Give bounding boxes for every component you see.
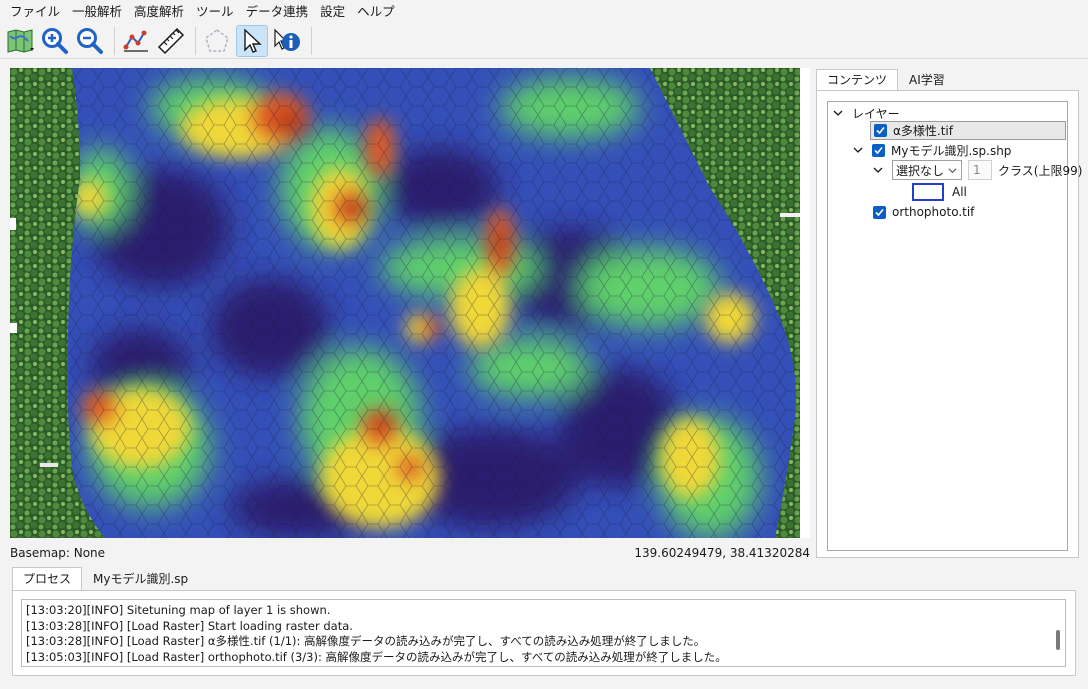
basemap-label: Basemap: None xyxy=(10,546,106,560)
menu-general-analysis[interactable]: 一般解析 xyxy=(66,0,128,23)
right-panel-tabs: コンテンツ AI学習 xyxy=(816,69,956,91)
measure-line-button[interactable] xyxy=(120,25,152,57)
zoom-in-icon xyxy=(42,27,68,54)
class-count-input[interactable]: 1 xyxy=(968,160,992,180)
map-layers-icon xyxy=(7,28,34,53)
tab-process[interactable]: プロセス xyxy=(12,567,83,591)
ruler-icon xyxy=(157,27,185,54)
tree-class-row: 選択なし 1 クラス(上限99) xyxy=(872,159,1082,181)
ruler-button[interactable] xyxy=(155,25,187,57)
log-line: [13:03:20][INFO] Sitetuning map of layer… xyxy=(26,603,331,617)
chevron-down-icon[interactable] xyxy=(872,164,884,176)
layer1-checkbox[interactable] xyxy=(874,124,887,137)
zoom-out-icon xyxy=(77,27,103,54)
measure-line-icon xyxy=(123,30,148,52)
menu-data-link[interactable]: データ連携 xyxy=(240,0,315,23)
all-label: All xyxy=(952,185,967,199)
toolbar-separator xyxy=(114,26,115,55)
map-layers-button[interactable] xyxy=(4,25,36,57)
chevron-down-icon[interactable] xyxy=(832,107,844,119)
log-line: [13:05:03][INFO] [Load Raster] orthophot… xyxy=(26,649,727,664)
info-button[interactable] xyxy=(271,25,303,57)
toolbar-separator xyxy=(311,26,312,55)
tree-item-layer3[interactable]: orthophoto.tif xyxy=(873,202,974,222)
tab-model-sp[interactable]: Myモデル識別.sp xyxy=(82,567,199,591)
log-line: [13:03:28][INFO] [Load Raster] α多様性.tif … xyxy=(26,634,706,648)
menu-file[interactable]: ファイル xyxy=(4,0,66,23)
polygon-button[interactable] xyxy=(201,25,233,57)
tree-root-label: レイヤー xyxy=(852,106,900,121)
menu-tools[interactable]: ツール xyxy=(190,0,240,23)
tree-all-row: All xyxy=(912,181,967,203)
scrollbar-thumb[interactable] xyxy=(1056,630,1060,650)
contents-panel: レイヤー α多様性.tif Myモデル識別.sp.shp 選択なし 1 クラス(… xyxy=(816,90,1082,558)
pointer-icon xyxy=(244,27,262,53)
zoom-in-button[interactable] xyxy=(39,25,71,57)
menu-advanced-analysis[interactable]: 高度解析 xyxy=(128,0,190,23)
layer-tree: レイヤー α多様性.tif Myモデル識別.sp.shp 選択なし 1 クラス(… xyxy=(827,101,1082,551)
chevron-down-icon xyxy=(948,167,957,173)
map-canvas[interactable] xyxy=(10,68,810,538)
info-icon xyxy=(274,28,300,51)
tree-item-layer2[interactable]: Myモデル識別.sp.shp xyxy=(852,140,1011,160)
toolbar-separator xyxy=(195,26,196,55)
tree-item-layer1[interactable]: α多様性.tif xyxy=(870,121,1066,140)
class-limit-label: クラス(上限99) xyxy=(998,163,1083,178)
chevron-down-icon[interactable] xyxy=(852,144,864,156)
class-select[interactable]: 選択なし xyxy=(892,160,962,180)
menu-settings[interactable]: 設定 xyxy=(314,0,351,23)
tab-contents[interactable]: コンテンツ xyxy=(816,69,899,91)
layer2-name: Myモデル識別.sp.shp xyxy=(891,143,1012,158)
menu-help[interactable]: ヘルプ xyxy=(351,0,401,23)
toolbar xyxy=(0,23,1088,59)
process-panel: [13:03:20][INFO] Sitetuning map of layer… xyxy=(12,590,1076,676)
zoom-out-button[interactable] xyxy=(74,25,106,57)
tree-root-row[interactable]: レイヤー xyxy=(832,103,900,123)
class-color-swatch[interactable] xyxy=(912,183,944,201)
log-output[interactable]: [13:03:20][INFO] Sitetuning map of layer… xyxy=(21,599,1066,667)
map-image xyxy=(10,68,810,538)
menu-bar: ファイル 一般解析 高度解析 ツール データ連携 設定 ヘルプ xyxy=(0,0,1088,23)
log-scrollbar[interactable] xyxy=(1053,604,1063,662)
polygon-icon xyxy=(205,28,229,52)
pointer-button[interactable] xyxy=(236,24,268,57)
bottom-panel-tabs: プロセス Myモデル識別.sp xyxy=(12,567,199,591)
layer1-name: α多様性.tif xyxy=(893,124,953,138)
coordinate-readout: 139.60249479, 38.41320284 xyxy=(634,546,810,560)
layer3-name: orthophoto.tif xyxy=(892,205,975,219)
layer3-checkbox[interactable] xyxy=(873,205,886,219)
layer2-checkbox[interactable] xyxy=(872,143,885,157)
tab-ai-learning[interactable]: AI学習 xyxy=(898,69,956,91)
log-line: [13:03:28][INFO] [Load Raster] Start loa… xyxy=(26,618,353,633)
class-select-value: 選択なし xyxy=(896,163,945,178)
